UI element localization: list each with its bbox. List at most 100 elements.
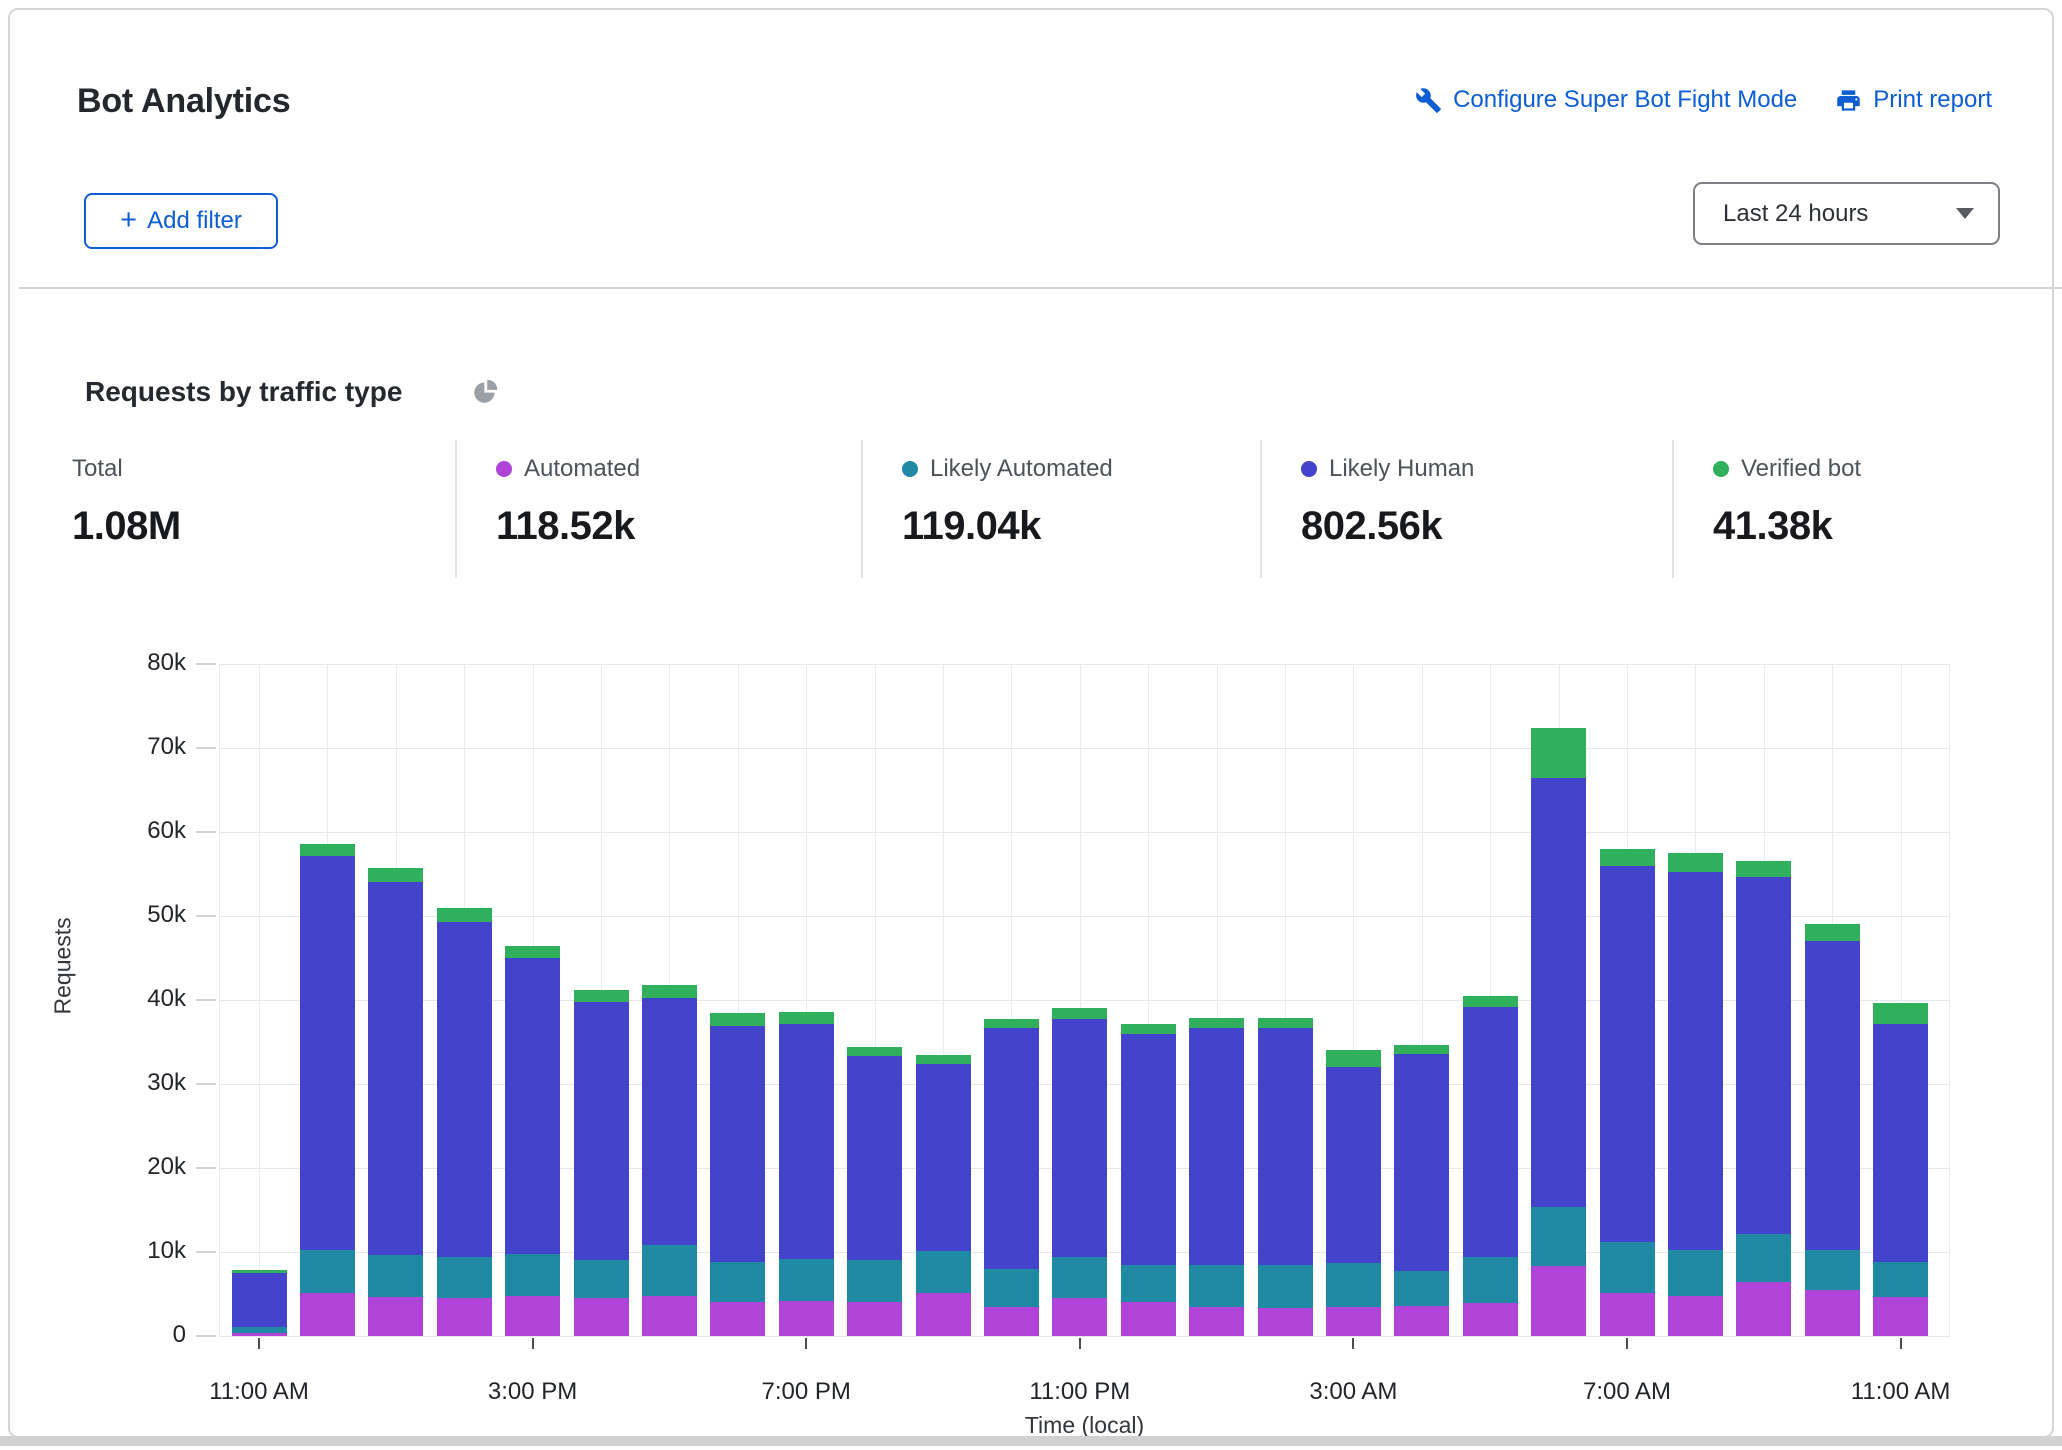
bar-800pm-9[interactable] [847,1047,902,1336]
bar-400am-17[interactable] [1394,1045,1449,1336]
segment-likely-automated [1258,1265,1313,1308]
segment-likely-human [1531,778,1586,1207]
bar-1000pm-11[interactable] [984,1019,1039,1336]
pie-chart-icon [472,378,499,405]
bar-1200pm-1[interactable] [300,844,355,1336]
segment-likely-automated [1121,1265,1176,1303]
plot-left-edge [219,664,220,1336]
y-tick-mark [196,999,216,1001]
segment-likely-automated [1189,1265,1244,1307]
bar-700am-20[interactable] [1600,849,1655,1336]
bar-500pm-6[interactable] [642,985,697,1336]
segment-automated [1736,1282,1791,1336]
y-tick-mark [196,663,216,665]
y-tick-label: 30k [76,1069,186,1097]
segment-likely-human [1394,1054,1449,1271]
segment-likely-automated [1600,1242,1655,1293]
x-tick-mark [1079,1338,1081,1349]
stat-likely-automated: Likely Automated 119.04k [861,440,1260,578]
x-tick-label: 3:00 PM [453,1378,613,1406]
bar-600am-19[interactable] [1531,728,1586,1336]
page-title: Bot Analytics [77,82,290,121]
segment-verified-bot [847,1047,902,1056]
configure-super-bot-fight-mode-link[interactable]: Configure Super Bot Fight Mode [1415,86,1797,114]
bar-1000am-23[interactable] [1805,924,1860,1336]
segment-likely-human [1668,872,1723,1250]
bot-analytics-screen: Bot Analytics Configure Super Bot Fight … [0,0,2062,1450]
segment-likely-automated [300,1250,355,1294]
segment-likely-automated [1326,1263,1381,1307]
segment-verified-bot [1873,1003,1928,1025]
add-filter-button[interactable]: + Add filter [84,193,278,249]
segment-likely-human [437,922,492,1257]
bar-500am-18[interactable] [1463,996,1518,1336]
segment-verified-bot [1394,1045,1449,1054]
section-title: Requests by traffic type [85,376,402,408]
segment-automated [1258,1308,1313,1336]
segment-likely-automated [574,1260,629,1299]
bar-1100am-0[interactable] [232,1270,287,1336]
print-report-link[interactable]: Print report [1835,86,1992,114]
x-tick-label: 11:00 PM [1000,1378,1160,1406]
bar-900pm-10[interactable] [916,1055,971,1336]
y-tick-mark [196,831,216,833]
segment-verified-bot [984,1019,1039,1028]
y-tick-label: 40k [76,985,186,1013]
segment-likely-human [505,958,560,1254]
x-tick-label: 11:00 AM [1821,1378,1981,1406]
x-tick-label: 7:00 PM [726,1378,886,1406]
time-range-dropdown[interactable]: Last 24 hours [1693,182,2000,245]
segment-verified-bot [1736,861,1791,877]
bar-300am-16[interactable] [1326,1050,1381,1336]
segment-likely-human [1463,1007,1518,1257]
stat-automated: Automated 118.52k [455,440,861,578]
segment-likely-human [232,1273,287,1327]
segment-automated [984,1307,1039,1336]
plot-area [219,664,1950,1336]
stat-likely-automated-label: Likely Automated [930,455,1113,483]
bar-100am-14[interactable] [1189,1018,1244,1336]
bar-700pm-8[interactable] [779,1012,834,1336]
segment-automated [779,1301,834,1336]
bar-1100am-24[interactable] [1873,1003,1928,1336]
plus-icon: + [120,206,137,235]
bar-1100pm-12[interactable] [1052,1008,1107,1336]
x-tick-mark [1626,1338,1628,1349]
segment-likely-automated [779,1259,834,1301]
segment-automated [916,1293,971,1336]
segment-verified-bot [710,1013,765,1026]
segment-likely-human [847,1056,902,1259]
bar-1200am-13[interactable] [1121,1024,1176,1336]
segment-likely-human [1121,1034,1176,1265]
x-tick-label: 3:00 AM [1273,1378,1433,1406]
segment-likely-automated [847,1260,902,1302]
segment-likely-human [984,1028,1039,1269]
bot-analytics-card: Bot Analytics Configure Super Bot Fight … [8,8,2054,1438]
segment-automated [1463,1303,1518,1336]
next-section-edge [0,1436,2062,1446]
header-links: Configure Super Bot Fight Mode Print rep… [1415,86,1992,114]
segment-automated [642,1296,697,1336]
stat-total: Total 1.08M [72,440,455,578]
bar-200pm-3[interactable] [437,908,492,1336]
y-tick-label: 50k [76,901,186,929]
segment-verified-bot [1805,924,1860,941]
x-axis-title: Time (local) [219,1412,1950,1439]
stat-verified-bot-value: 41.38k [1713,504,2010,549]
bar-600pm-7[interactable] [710,1013,765,1336]
likely-automated-dot [902,461,918,477]
segment-automated [1668,1296,1723,1336]
segment-automated [1326,1307,1381,1336]
bar-900am-22[interactable] [1736,861,1791,1336]
bar-100pm-2[interactable] [368,868,423,1336]
bar-400pm-5[interactable] [574,990,629,1336]
segment-verified-bot [1463,996,1518,1007]
x-tick-label: 11:00 AM [179,1378,339,1406]
y-tick-mark [196,1167,216,1169]
bar-800am-21[interactable] [1668,853,1723,1336]
y-tick-label: 60k [76,817,186,845]
bar-200am-15[interactable] [1258,1018,1313,1336]
segment-automated [300,1293,355,1336]
bar-300pm-4[interactable] [505,946,560,1336]
segment-verified-bot [368,868,423,882]
